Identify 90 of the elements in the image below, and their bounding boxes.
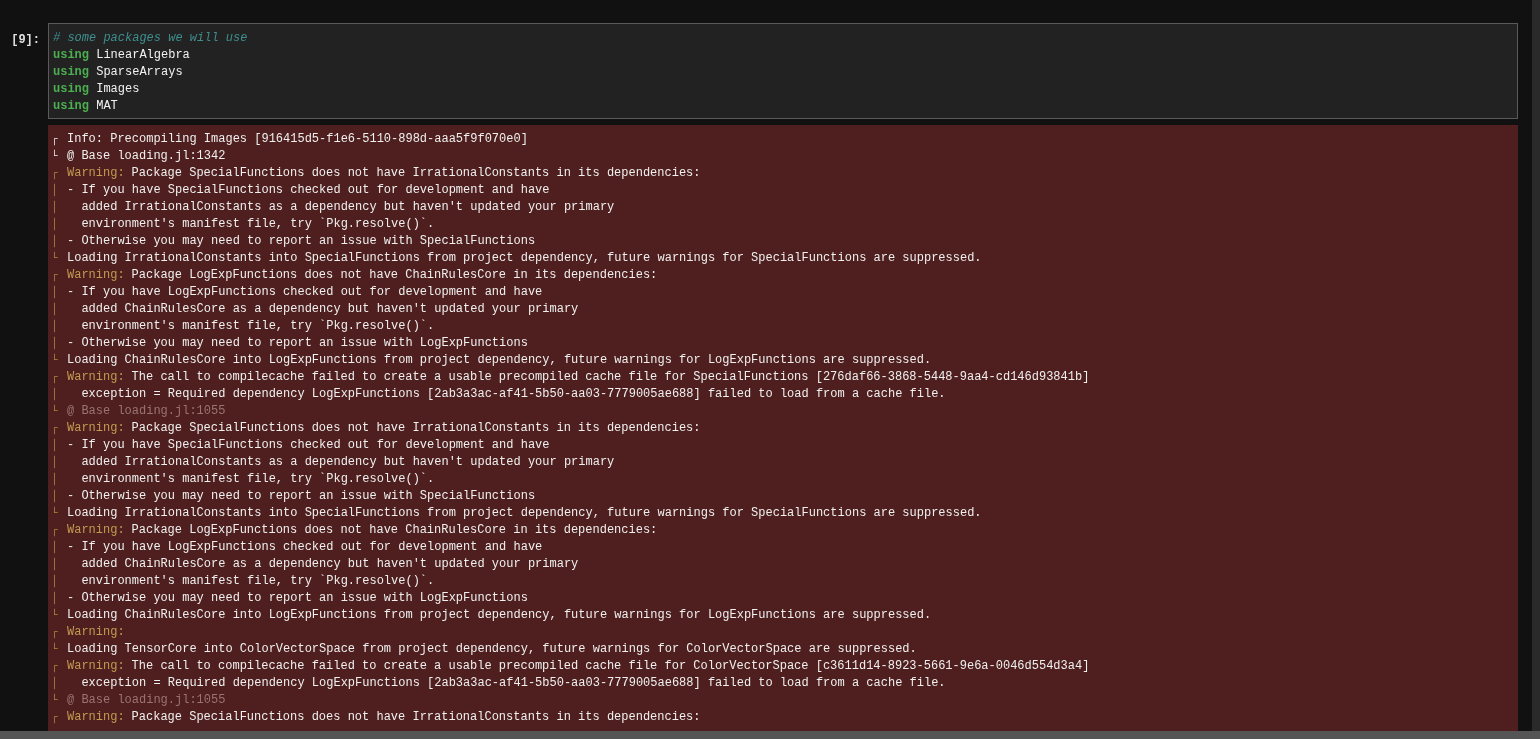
output-line: Package SpecialFunctions does not have IrrationalConstants in its dependencies: — [131, 420, 701, 437]
output-line: @ Base loading.jl:1055 — [67, 403, 226, 420]
bracket-glyph: ┌ — [51, 268, 59, 284]
output-line: Loading TensorCore into ColorVectorSpace from project dependency, future warnings for ColorVectorSpace are suppressed. — [67, 641, 917, 658]
output-line: Loading ChainRulesCore into LogExpFunctions from project dependency, future warnings for LogExpFunctions are suppressed. — [67, 352, 932, 369]
bracket-glyph: │ — [51, 556, 59, 573]
bracket-glyph: │ — [51, 590, 59, 607]
bracket-glyph: │ — [51, 284, 59, 301]
bracket-glyph: ┌ — [51, 166, 59, 182]
output-line: - Otherwise you may need to report an issue with LogExpFunctions — [67, 590, 528, 607]
output-line: - Otherwise you may need to report an issue with LogExpFunctions — [67, 335, 528, 352]
bracket-glyph: │ — [51, 182, 59, 199]
bracket-glyph: │ — [51, 573, 59, 590]
bracket-glyph: └ — [51, 505, 59, 521]
output-line: - If you have SpecialFunctions checked out for development and have — [67, 437, 550, 454]
output-line: exception = Required dependency LogExpFunctions [2ab3a3ac-af41-5b50-aa03-7779005ae688] failed to load from a cache file. — [80, 386, 946, 403]
bracket-glyph: │ — [51, 301, 59, 318]
code-keyword: using — [53, 65, 89, 79]
output-line: Package SpecialFunctions does not have IrrationalConstants in its dependencies: — [131, 709, 701, 726]
code-keyword: using — [53, 82, 89, 96]
output-line: added ChainRulesCore as a dependency but haven't updated your primary — [80, 556, 579, 573]
code-keyword: using — [53, 99, 89, 113]
warning-label: Warning: — [67, 709, 125, 726]
output-line: exception = Required dependency LogExpFunctions [2ab3a3ac-af41-5b50-aa03-7779005ae688] failed to load from a cache file. — [80, 675, 946, 692]
output-line: - If you have SpecialFunctions checked out for development and have — [67, 182, 550, 199]
output-line: Info: Precompiling Images [916415d5-f1e6-5110-898d-aaa5f9f070e0] — [67, 131, 528, 148]
bracket-glyph: │ — [51, 675, 59, 692]
warning-label: Warning: — [67, 624, 125, 641]
warning-label: Warning: — [67, 658, 125, 675]
bracket-glyph: │ — [51, 488, 59, 505]
code-comment: # some packages we will use — [53, 31, 248, 45]
horizontal-scrollbar[interactable] — [0, 731, 1540, 739]
bracket-glyph: │ — [51, 318, 59, 335]
bracket-glyph: └ — [51, 148, 59, 164]
warning-label: Warning: — [67, 165, 125, 182]
bracket-glyph: └ — [51, 352, 59, 368]
output-line: The call to compilecache failed to create a usable precompiled cache file for SpecialFunctions [276daf66-3868-5448-9aa4-cd146d93841b] — [131, 369, 1090, 386]
output-line: Package LogExpFunctions does not have ChainRulesCore in its dependencies: — [131, 522, 658, 539]
vertical-scrollbar[interactable] — [1532, 0, 1540, 731]
bracket-glyph: └ — [51, 607, 59, 623]
bracket-glyph: │ — [51, 386, 59, 403]
bracket-glyph: └ — [51, 692, 59, 708]
output-line: added IrrationalConstants as a dependency but haven't updated your primary — [80, 199, 615, 216]
output-line: Package SpecialFunctions does not have IrrationalConstants in its dependencies: — [131, 165, 701, 182]
output-line: added IrrationalConstants as a dependency but haven't updated your primary — [80, 454, 615, 471]
output-line: Loading IrrationalConstants into SpecialFunctions from project dependency, future warnings for SpecialFunctions are suppressed. — [67, 250, 982, 267]
bracket-glyph: ┌ — [51, 132, 59, 148]
code-identifier: Images — [96, 82, 140, 96]
code-identifier: MAT — [96, 99, 118, 113]
bracket-glyph: │ — [51, 437, 59, 454]
output-line: environment's manifest file, try `Pkg.resolve()`. — [80, 471, 435, 488]
bracket-glyph: ┌ — [51, 659, 59, 675]
output-line: environment's manifest file, try `Pkg.resolve()`. — [80, 318, 435, 335]
output-line: Loading IrrationalConstants into SpecialFunctions from project dependency, future warnings for SpecialFunctions are suppressed. — [67, 505, 982, 522]
bracket-glyph: └ — [51, 641, 59, 657]
output-line: environment's manifest file, try `Pkg.resolve()`. — [80, 573, 435, 590]
output-line: - Otherwise you may need to report an issue with SpecialFunctions — [67, 488, 536, 505]
bracket-glyph: │ — [51, 335, 59, 352]
output-line: added ChainRulesCore as a dependency but haven't updated your primary — [80, 301, 579, 318]
bracket-glyph: │ — [51, 233, 59, 250]
bracket-glyph: ┌ — [51, 370, 59, 386]
output-line: The call to compilecache failed to create a usable precompiled cache file for ColorVectorSpace [c3611d14-8923-5661-9e6a-0046d554d3a4] — [131, 658, 1090, 675]
bracket-glyph: ┌ — [51, 710, 59, 726]
code-identifier: SparseArrays — [96, 65, 183, 79]
code-identifier: LinearAlgebra — [96, 48, 190, 62]
bracket-glyph: │ — [51, 471, 59, 488]
output-line: - If you have LogExpFunctions checked out for development and have — [67, 284, 543, 301]
bracket-glyph: │ — [51, 199, 59, 216]
bracket-glyph: │ — [51, 539, 59, 556]
output-line: Loading ChainRulesCore into LogExpFunctions from project dependency, future warnings for LogExpFunctions are suppressed. — [67, 607, 932, 624]
warning-label: Warning: — [67, 267, 125, 284]
warning-label: Warning: — [67, 522, 125, 539]
bracket-glyph: ┌ — [51, 421, 59, 437]
cell-prompt: [9]: — [10, 32, 41, 49]
code-keyword: using — [53, 48, 89, 62]
bracket-glyph: │ — [51, 454, 59, 471]
output-line: Package LogExpFunctions does not have ChainRulesCore in its dependencies: — [131, 267, 658, 284]
output-line: - If you have LogExpFunctions checked out for development and have — [67, 539, 543, 556]
bracket-glyph: └ — [51, 250, 59, 266]
bracket-glyph: ┌ — [51, 625, 59, 641]
bracket-glyph: │ — [51, 216, 59, 233]
warning-label: Warning: — [67, 369, 125, 386]
output-line: @ Base loading.jl:1055 — [67, 692, 226, 709]
output-line: environment's manifest file, try `Pkg.resolve()`. — [80, 216, 435, 233]
bracket-glyph: ┌ — [51, 523, 59, 539]
code-cell[interactable]: # some packages we will use using LinearAlgebra using SparseArrays using Images using MAT — [48, 23, 1518, 119]
output-line: @ Base loading.jl:1342 — [67, 148, 226, 165]
warning-label: Warning: — [67, 420, 125, 437]
output-line: - Otherwise you may need to report an issue with SpecialFunctions — [67, 233, 536, 250]
bracket-glyph: └ — [51, 403, 59, 419]
